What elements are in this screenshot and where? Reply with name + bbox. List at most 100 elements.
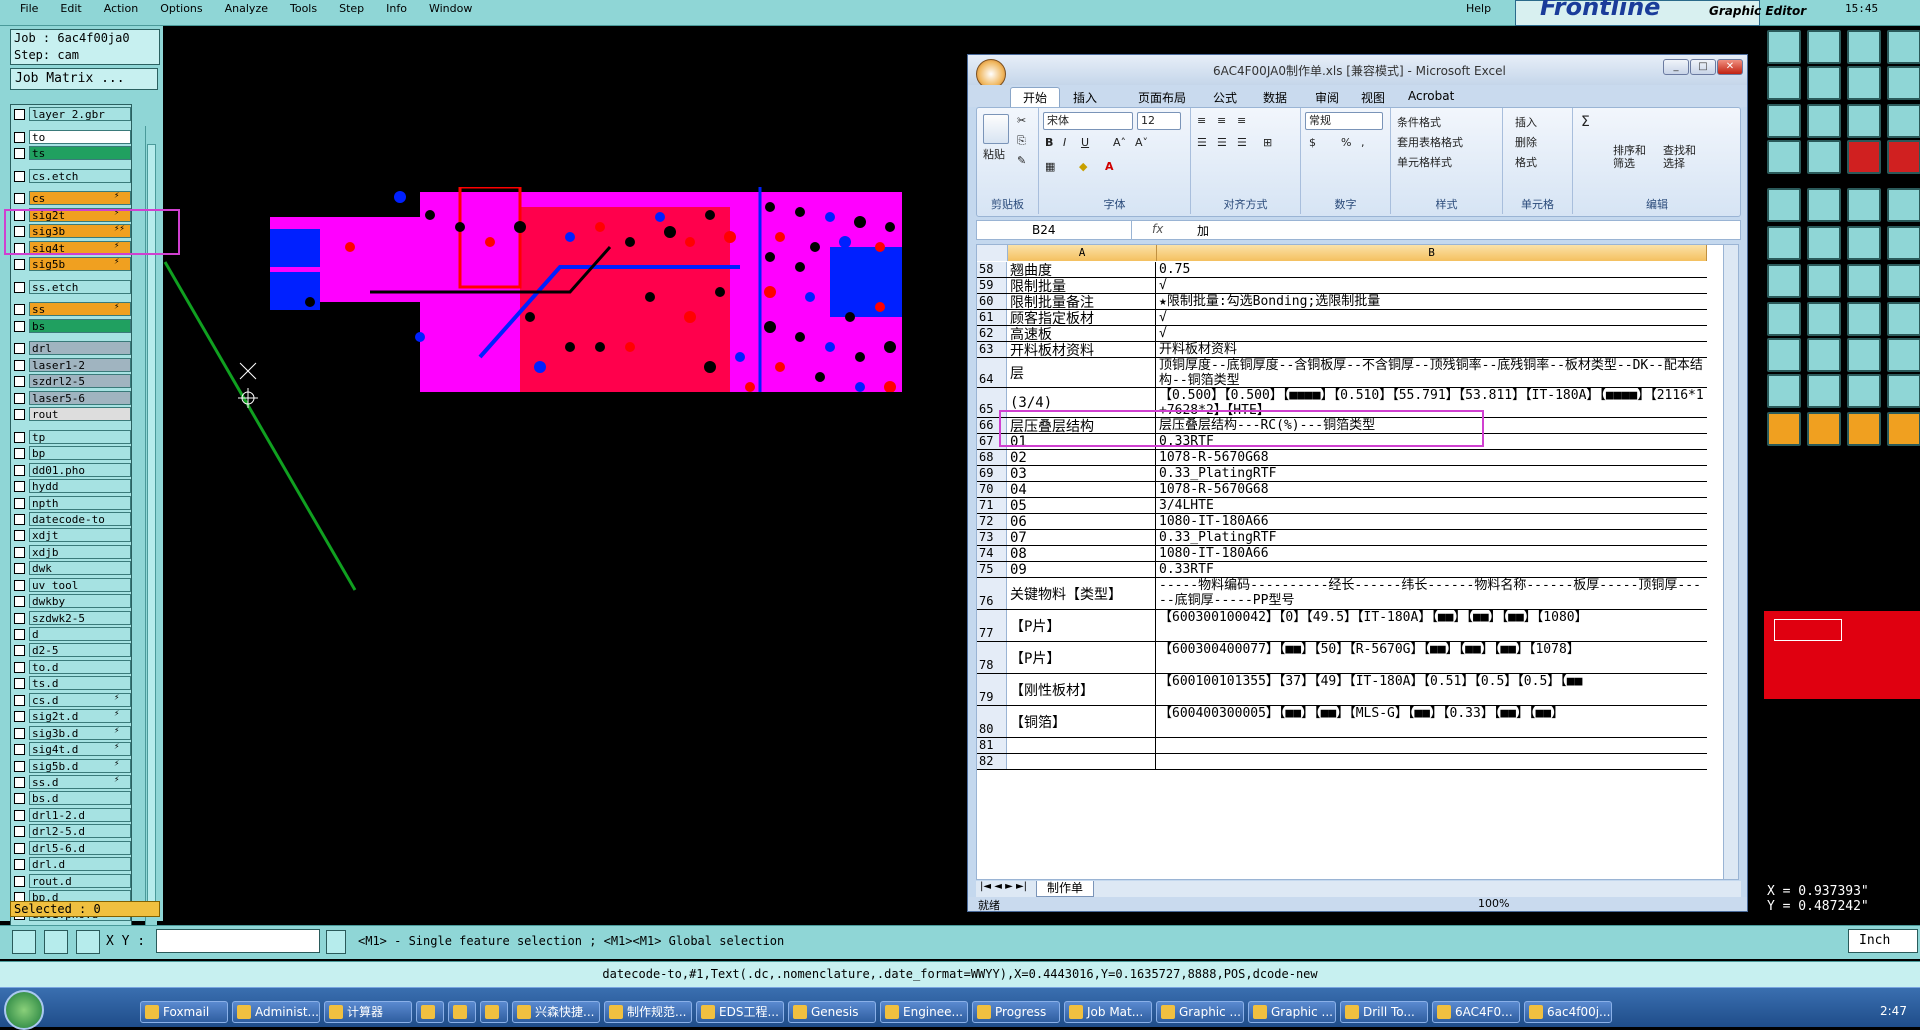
tool-button[interactable] bbox=[1847, 412, 1881, 446]
menu-item-4[interactable]: Analyze bbox=[225, 2, 268, 15]
cell-a[interactable]: 07 bbox=[1008, 530, 1156, 545]
taskbar-item[interactable]: EDS工程... bbox=[696, 1001, 784, 1023]
layer-row[interactable]: ts.d bbox=[14, 676, 131, 690]
taskbar-item[interactable]: Progress bbox=[972, 1001, 1060, 1023]
taskbar-item[interactable] bbox=[448, 1001, 476, 1023]
taskbar-item[interactable]: Graphic ... bbox=[1156, 1001, 1244, 1023]
layer-checkbox[interactable] bbox=[14, 258, 25, 270]
cell-b[interactable]: 0.75 bbox=[1157, 262, 1707, 277]
cell-b[interactable]: 开料板材资料 bbox=[1157, 342, 1707, 357]
tool-button[interactable] bbox=[1847, 30, 1881, 64]
layer-checkbox[interactable] bbox=[14, 661, 25, 673]
table-format-button[interactable]: 套用表格格式 bbox=[1397, 134, 1463, 150]
cell-b[interactable]: 顶铜厚度--底铜厚度--含铜板厚--不含铜厚--顶残铜率--底残铜率--板材类型… bbox=[1157, 358, 1707, 387]
taskbar-item[interactable]: 兴森快捷... bbox=[512, 1001, 600, 1023]
sheet-vscroll[interactable] bbox=[1723, 244, 1739, 880]
zoom-level[interactable]: 100% bbox=[1478, 897, 1509, 910]
layer-name[interactable]: ts.d bbox=[29, 676, 131, 690]
tool-button[interactable] bbox=[1887, 302, 1920, 336]
measure-icon[interactable] bbox=[44, 930, 68, 954]
layer-checkbox[interactable] bbox=[14, 842, 25, 854]
tool-button[interactable] bbox=[1887, 104, 1920, 138]
tool-button[interactable] bbox=[1767, 338, 1801, 372]
name-box[interactable]: B24 bbox=[977, 221, 1132, 239]
layer-checkbox[interactable] bbox=[14, 579, 25, 591]
layer-name[interactable]: xdjb bbox=[29, 545, 131, 559]
font-color-icon[interactable]: A bbox=[1105, 160, 1114, 173]
taskbar-item[interactable] bbox=[416, 1001, 444, 1023]
format-cells-button[interactable]: 格式 bbox=[1515, 154, 1537, 170]
cell-b[interactable]: -----物料编码----------经长------纬长------物料名称-… bbox=[1157, 578, 1707, 609]
tool-button[interactable] bbox=[1767, 374, 1801, 408]
cell-a[interactable]: 开料板材资料 bbox=[1008, 342, 1156, 357]
menu-item-8[interactable]: Window bbox=[429, 2, 472, 15]
tool-button[interactable] bbox=[1847, 338, 1881, 372]
layer-checkbox[interactable] bbox=[14, 431, 25, 443]
row-number[interactable]: 75 bbox=[977, 562, 1007, 577]
underline-icon[interactable]: U bbox=[1081, 136, 1089, 149]
layer-checkbox[interactable] bbox=[14, 392, 25, 404]
cell-style-button[interactable]: 单元格样式 bbox=[1397, 154, 1452, 170]
layer-name[interactable]: to bbox=[29, 130, 131, 144]
layer-name[interactable]: npth bbox=[29, 496, 131, 510]
cell-a[interactable]: 【铜箔】 bbox=[1008, 706, 1156, 737]
layer-checkbox[interactable] bbox=[14, 858, 25, 870]
menu-item-1[interactable]: Edit bbox=[60, 2, 81, 15]
currency-icon[interactable]: $ bbox=[1309, 136, 1316, 149]
layer-row[interactable]: ss.etch bbox=[14, 280, 131, 294]
layer-row[interactable]: ss.d ⚡ bbox=[14, 775, 131, 789]
layer-row[interactable]: ts bbox=[14, 146, 131, 160]
layer-row[interactable]: sig3b.d ⚡ bbox=[14, 726, 131, 740]
layer-row[interactable]: cs ⚡ bbox=[14, 191, 131, 205]
layer-row[interactable]: d bbox=[14, 627, 131, 641]
row-number[interactable]: 63 bbox=[977, 342, 1007, 357]
format-painter-icon[interactable]: ✎ bbox=[1017, 154, 1026, 167]
layer-row[interactable]: ss ⚡ bbox=[14, 302, 131, 316]
grow-font-icon[interactable]: A˄ bbox=[1113, 136, 1126, 149]
cell-b[interactable]: 0.33_PlatingRTF bbox=[1157, 530, 1707, 545]
taskbar-item[interactable]: 6AC4F0... bbox=[1432, 1001, 1520, 1023]
tool-button[interactable] bbox=[1807, 140, 1841, 174]
row-number[interactable]: 59 bbox=[977, 278, 1007, 293]
layer-row[interactable]: bs.d bbox=[14, 791, 131, 805]
row-number[interactable]: 73 bbox=[977, 530, 1007, 545]
tool-button[interactable] bbox=[1767, 264, 1801, 298]
cell-b[interactable]: ★限制批量:勾选Bonding;选限制批量 bbox=[1157, 294, 1707, 309]
layer-row[interactable]: tp bbox=[14, 430, 131, 444]
row-number[interactable]: 80 bbox=[977, 706, 1007, 737]
tool-button[interactable] bbox=[1847, 140, 1881, 174]
layer-checkbox[interactable] bbox=[14, 108, 25, 120]
help-menu[interactable]: Help bbox=[1466, 2, 1491, 15]
align-middle-icon[interactable]: ≡ bbox=[1217, 114, 1226, 127]
tool-button[interactable] bbox=[1847, 66, 1881, 100]
row-number[interactable]: 70 bbox=[977, 482, 1007, 497]
tool-button[interactable] bbox=[1807, 226, 1841, 260]
cell-b[interactable]: √ bbox=[1157, 326, 1707, 341]
layer-name[interactable]: dwkby bbox=[29, 594, 131, 608]
layer-checkbox[interactable] bbox=[14, 694, 25, 706]
layer-row[interactable]: sig4t.d ⚡ bbox=[14, 742, 131, 756]
layer-name[interactable]: rout bbox=[29, 407, 131, 421]
cell-b[interactable] bbox=[1157, 738, 1707, 753]
layer-name[interactable]: xdjt bbox=[29, 528, 131, 542]
layer-name[interactable]: uv_tool bbox=[29, 578, 131, 592]
fx-icon[interactable]: fx bbox=[1152, 222, 1163, 236]
layer-row[interactable]: rout.d bbox=[14, 874, 131, 888]
insert-cells-button[interactable]: 插入 bbox=[1515, 114, 1537, 130]
layer-name[interactable]: szdwk2-5 bbox=[29, 611, 131, 625]
layer-row[interactable]: bs bbox=[14, 319, 131, 333]
layer-row[interactable]: szdrl2-5 bbox=[14, 374, 131, 388]
layer-checkbox[interactable] bbox=[14, 359, 25, 371]
row-number[interactable]: 62 bbox=[977, 326, 1007, 341]
cell-b[interactable]: 1078-R-5670G68 bbox=[1157, 482, 1707, 497]
layer-checkbox[interactable] bbox=[14, 303, 25, 315]
col-header-a[interactable]: A bbox=[1008, 245, 1157, 261]
font-name-select[interactable]: 宋体 bbox=[1043, 112, 1133, 130]
bold-icon[interactable]: B bbox=[1045, 136, 1053, 149]
layer-row[interactable]: xdjt bbox=[14, 528, 131, 542]
layer-row[interactable]: dwkby bbox=[14, 594, 131, 608]
cell-a[interactable]: 【P片】 bbox=[1008, 610, 1156, 641]
menu-item-0[interactable]: File bbox=[20, 2, 38, 15]
menu-item-5[interactable]: Tools bbox=[290, 2, 317, 15]
layer-checkbox[interactable] bbox=[14, 612, 25, 624]
